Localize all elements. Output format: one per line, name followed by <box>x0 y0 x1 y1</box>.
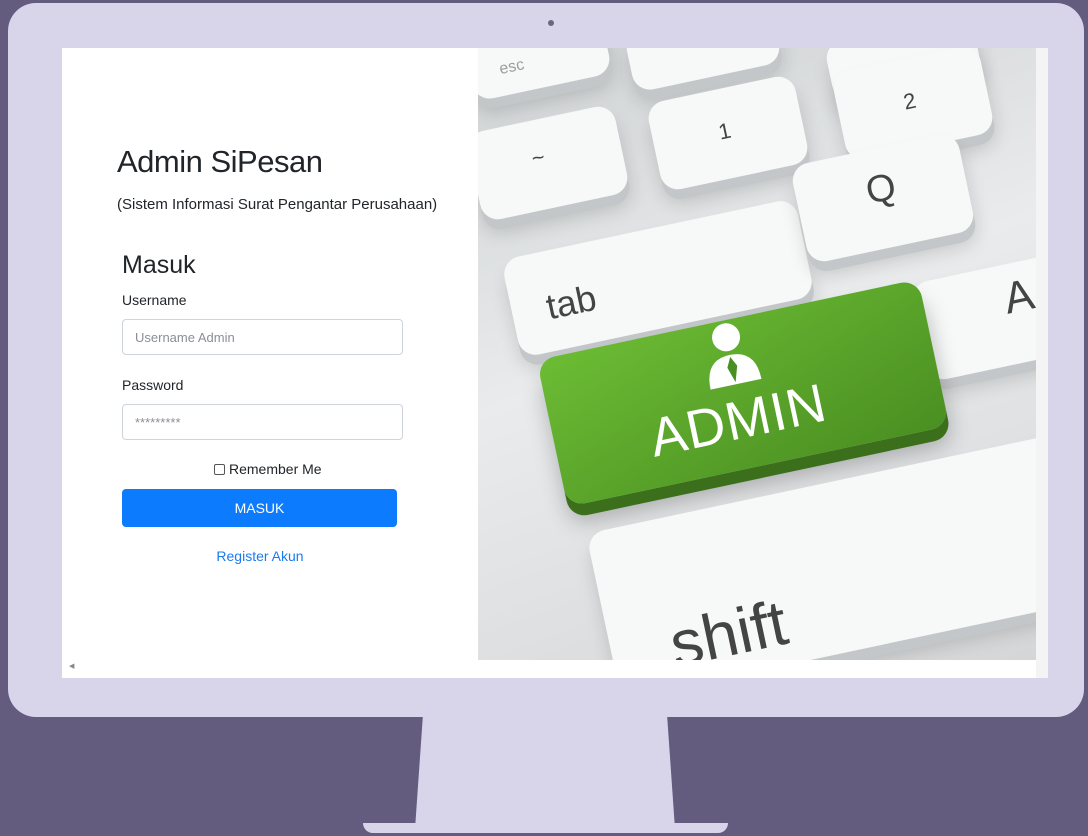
login-heading: Masuk <box>122 251 196 279</box>
key-1: 1 <box>645 73 811 193</box>
page-title: Admin SiPesan <box>117 144 323 179</box>
key-tilde-glyph: ~ <box>529 143 547 172</box>
username-label: Username <box>122 292 187 308</box>
login-panel: Admin SiPesan (Sistem Informasi Surat Pe… <box>62 48 478 678</box>
key-a-label: A <box>999 269 1036 324</box>
monitor-base <box>363 823 728 833</box>
remember-me-row[interactable]: Remember Me <box>214 461 322 477</box>
key-esc: esc <box>478 48 613 102</box>
password-input[interactable] <box>122 404 403 440</box>
key-tab-label: tab <box>542 276 600 328</box>
key-q: Q <box>789 131 977 265</box>
page-subtitle: (Sistem Informasi Surat Pengantar Perusa… <box>117 196 438 213</box>
key-1-label: 1 <box>716 117 734 145</box>
scroll-edge <box>1036 48 1048 678</box>
monitor-stand <box>415 717 675 829</box>
remember-me-checkbox[interactable] <box>214 463 225 475</box>
scroll-left-icon[interactable]: ◀ <box>69 662 74 670</box>
camera-dot <box>548 20 554 26</box>
hero-image: esc ~ 1 2 tab Q A ADMIN shift <box>478 48 1036 660</box>
key-2-label: 2 <box>901 87 919 115</box>
key-q-label: Q <box>862 165 900 213</box>
login-button[interactable]: MASUK <box>122 489 397 527</box>
screen: Admin SiPesan (Sistem Informasi Surat Pe… <box>62 48 1048 678</box>
register-link[interactable]: Register Akun <box>62 548 458 564</box>
username-input[interactable] <box>122 319 403 355</box>
key-shift-label: shift <box>663 586 794 660</box>
remember-me-label: Remember Me <box>229 461 322 477</box>
key-esc-label: esc <box>497 56 526 79</box>
monitor-frame: Admin SiPesan (Sistem Informasi Surat Pe… <box>8 3 1084 717</box>
password-label: Password <box>122 377 184 393</box>
key-tilde: ~ <box>478 103 631 223</box>
